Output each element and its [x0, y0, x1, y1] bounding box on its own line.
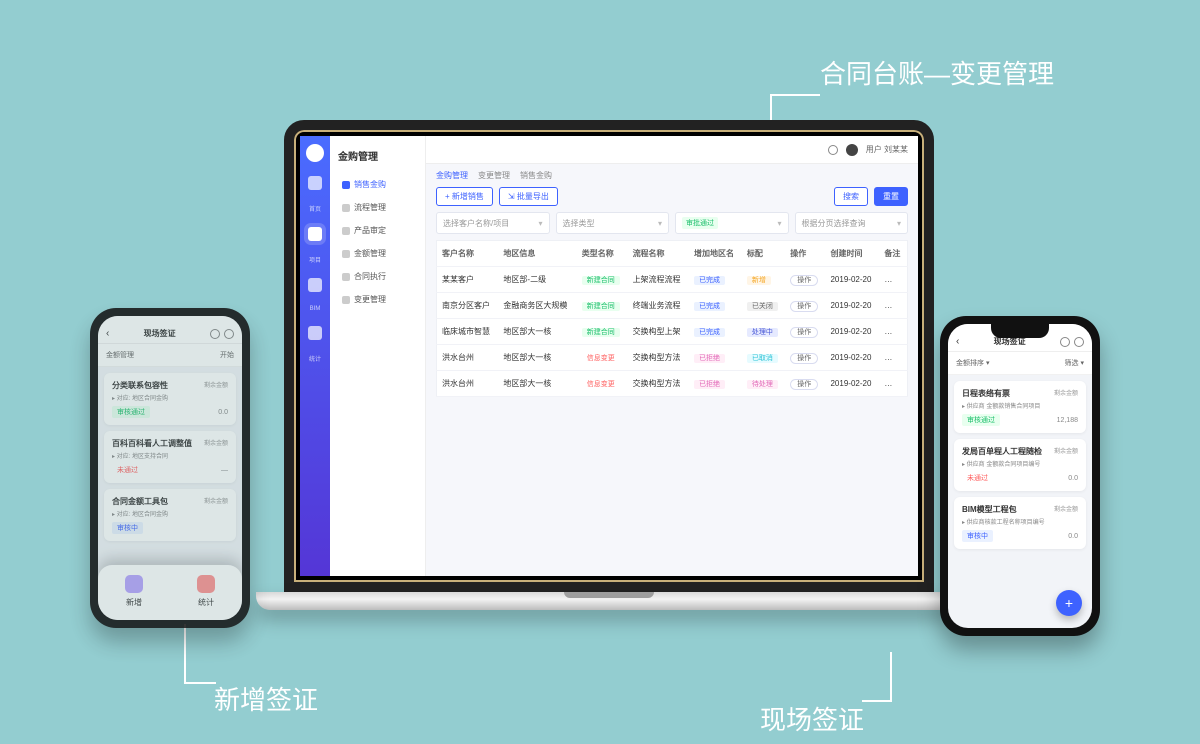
bullet-icon	[342, 296, 350, 304]
sidenav-item[interactable]: 销售金购	[338, 173, 417, 196]
table-row[interactable]: 某某客户地区部-二级新建合同上架流程流程已完成新增操作2019-02-20…	[437, 267, 908, 293]
sidenav: 金购管理 销售金购流程管理产品审定金额管理合同执行变更管理	[330, 136, 426, 576]
iconbar: 首页 项目 BIM 统计	[300, 136, 330, 576]
sheet-option-new[interactable]: 新增	[125, 575, 143, 608]
more-icon[interactable]	[224, 329, 234, 339]
phone-left-header: ‹ 现场签证	[98, 316, 242, 344]
sidenav-item[interactable]: 合同执行	[338, 265, 417, 288]
callout-bottom-right: 现场签证	[760, 700, 864, 737]
list-item[interactable]: BIM模型工程包剩余金额▸ 供应商核款工程名称项目编号审核中0.0	[954, 497, 1086, 549]
column-header: 标配	[742, 241, 785, 267]
export-button[interactable]: ⇲ 批量导出	[499, 187, 558, 206]
callout-bottom-left: 新增签证	[214, 680, 318, 717]
row-action[interactable]: 操作	[790, 327, 818, 338]
column-header: 备注	[879, 241, 907, 267]
filter-status[interactable]: 审批通过▾	[675, 212, 789, 234]
avatar-icon[interactable]	[306, 144, 324, 162]
bullet-icon	[342, 227, 350, 235]
action-sheet: 新增 统计	[98, 565, 242, 620]
phone-left-sort[interactable]: 金额管理	[106, 350, 134, 360]
nav-icon-project[interactable]	[308, 227, 322, 241]
reset-button[interactable]: 重置	[874, 187, 908, 206]
list-item[interactable]: 百科百科看人工调整值剩余金额▸ 对应: 地区支持合同未通过—	[104, 431, 236, 483]
list-item[interactable]: 发局百单程人工程随检剩余金额▸ 供应商 金额款合同项目编号未通过0.0	[954, 439, 1086, 491]
back-icon[interactable]: ‹	[106, 328, 109, 339]
row-action[interactable]: 操作	[790, 379, 818, 390]
sheet-option-stats[interactable]: 统计	[197, 575, 215, 608]
topbar: 用户 刘某某	[426, 136, 918, 164]
new-button[interactable]: + 新增销售	[436, 187, 493, 206]
bullet-icon	[342, 273, 350, 281]
plus-icon	[125, 575, 143, 593]
sidenav-item[interactable]: 金额管理	[338, 242, 417, 265]
table-row[interactable]: 洪水台州地区部大一核信息变更交换构型方法已拒绝已取消操作2019-02-20…	[437, 345, 908, 371]
list-item[interactable]: 日程表络有票剩余金额▸ 供应商 金额款销售合同项目审核通过12,188	[954, 381, 1086, 433]
column-header: 地区信息	[498, 241, 576, 267]
list-item[interactable]: 分类联系包容性剩余金额▸ 对应: 地区合同金购审核通过0.0	[104, 373, 236, 425]
more-icon[interactable]	[1060, 337, 1070, 347]
row-action[interactable]: 操作	[790, 353, 818, 364]
filter-page[interactable]: 根据分页选择查询▾	[795, 212, 909, 234]
column-header: 创建时间	[825, 241, 879, 267]
table-row[interactable]: 临床城市智慧地区部大一核新建合同交换构型上架已完成处理中操作2019-02-20…	[437, 319, 908, 345]
column-header: 客户名称	[437, 241, 499, 267]
page-title: 金购管理	[338, 148, 417, 163]
row-action[interactable]: 操作	[790, 301, 818, 312]
filter-customer[interactable]: 选择客户名称/项目▾	[436, 212, 550, 234]
user-avatar-icon[interactable]	[846, 144, 858, 156]
breadcrumb: 金购管理 变更管理 销售金购	[426, 164, 918, 187]
list-item[interactable]: 合同金额工具包剩余金额▸ 对应: 地区合同金购审核中	[104, 489, 236, 541]
phone-left-mockup: ‹ 现场签证 金额管理 开始 分类联系包容性剩余金额▸ 对应: 地区合同金购审核…	[90, 308, 250, 628]
column-header: 类型名称	[577, 241, 628, 267]
bullet-icon	[342, 181, 350, 189]
sidenav-item[interactable]: 产品审定	[338, 219, 417, 242]
phone-right-mockup: ‹ 现场签证 金额排序 ▾ 筛选 ▾ 日程表络有票剩余金额▸ 供应商 金额款销售…	[940, 316, 1100, 636]
sidenav-item[interactable]: 流程管理	[338, 196, 417, 219]
laptop-mockup: 首页 项目 BIM 统计 金购管理 销售金购流程管理产品审定金额管理合同执行变更…	[284, 120, 934, 610]
table-row[interactable]: 洪水台州地区部大一核信息变更交换构型方法已拒绝待处理操作2019-02-20…	[437, 371, 908, 397]
user-name: 用户 刘某某	[866, 144, 908, 155]
column-header: 操作	[785, 241, 825, 267]
nav-icon-home[interactable]	[308, 176, 322, 190]
laptop-app: 首页 项目 BIM 统计 金购管理 销售金购流程管理产品审定金额管理合同执行变更…	[300, 136, 918, 576]
sidenav-item[interactable]: 变更管理	[338, 288, 417, 311]
phone-left-filter[interactable]: 开始	[220, 350, 234, 360]
search-button[interactable]: 搜索	[834, 187, 868, 206]
phone-right-sort[interactable]: 金额排序 ▾	[956, 358, 989, 368]
column-header: 增加地区名	[689, 241, 742, 267]
callout-top: 合同台账—变更管理	[820, 54, 1054, 91]
bullet-icon	[342, 250, 350, 258]
row-action[interactable]: 操作	[790, 275, 818, 286]
filter-type[interactable]: 选择类型▾	[556, 212, 670, 234]
chart-icon	[197, 575, 215, 593]
bell-icon[interactable]	[828, 145, 838, 155]
nav-icon-stats[interactable]	[308, 326, 322, 340]
nav-icon-bim[interactable]	[308, 278, 322, 292]
fab-add-button[interactable]: +	[1056, 590, 1082, 616]
data-table: 客户名称地区信息类型名称流程名称增加地区名标配操作创建时间备注 某某客户地区部-…	[436, 240, 908, 397]
column-header: 流程名称	[628, 241, 689, 267]
table-row[interactable]: 南京分区客户金融商务区大规模新建合同终端业务流程已完成已关闭操作2019-02-…	[437, 293, 908, 319]
back-icon[interactable]: ‹	[956, 336, 959, 347]
target-icon[interactable]	[1074, 337, 1084, 347]
bullet-icon	[342, 204, 350, 212]
phone-right-filter[interactable]: 筛选 ▾	[1065, 358, 1084, 368]
settings-icon[interactable]	[210, 329, 220, 339]
